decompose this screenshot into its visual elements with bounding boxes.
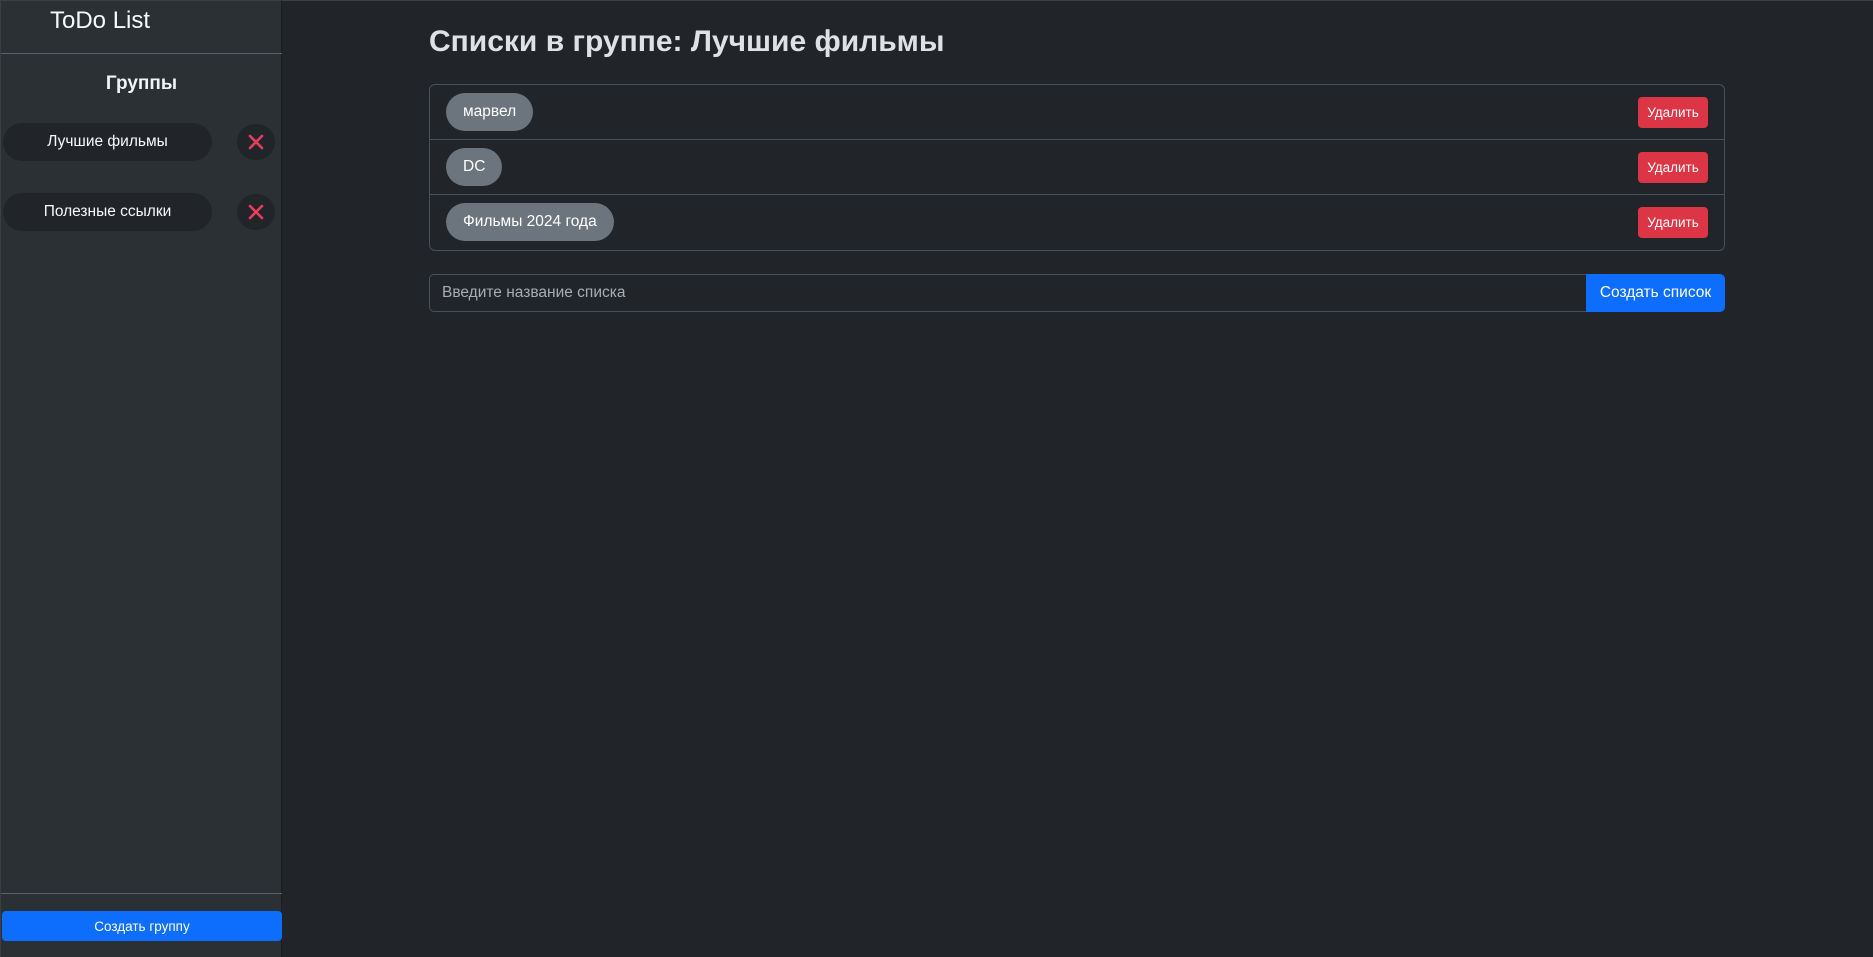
list-name-button[interactable]: Фильмы 2024 года: [446, 203, 614, 241]
close-icon: [248, 204, 264, 220]
group-item: Полезные ссылки: [3, 193, 279, 231]
sidebar-divider: [1, 53, 282, 54]
create-list-button[interactable]: Создать список: [1586, 274, 1725, 312]
page-title: Списки в группе: Лучшие фильмы: [429, 25, 945, 58]
delete-list-button[interactable]: Удалить: [1638, 152, 1708, 183]
sidebar: ToDo List Группы Лучшие фильмы Полезные …: [0, 0, 282, 957]
group-item: Лучшие фильмы: [3, 123, 279, 161]
delete-group-button[interactable]: [237, 194, 275, 230]
list-name-button[interactable]: DC: [446, 148, 503, 186]
lists-container: марвел Удалить DC Удалить Фильмы 2024 го…: [429, 84, 1725, 251]
delete-list-button[interactable]: Удалить: [1638, 207, 1708, 238]
delete-list-button[interactable]: Удалить: [1638, 97, 1708, 128]
delete-group-button[interactable]: [237, 124, 275, 160]
group-item-button[interactable]: Лучшие фильмы: [3, 123, 212, 161]
create-group-button[interactable]: Создать группу: [2, 911, 282, 941]
group-item-button[interactable]: Полезные ссылки: [3, 193, 212, 231]
list-item: Фильмы 2024 года Удалить: [430, 195, 1724, 250]
create-list-form: Создать список: [429, 274, 1725, 312]
list-item: DC Удалить: [430, 140, 1724, 195]
sidebar-bottom-divider: [1, 893, 282, 894]
close-icon: [248, 134, 264, 150]
app-title: ToDo List: [50, 7, 151, 34]
groups-heading: Группы: [105, 73, 178, 94]
list-name-button[interactable]: марвел: [446, 93, 534, 131]
app-root: ToDo List Группы Лучшие фильмы Полезные …: [0, 0, 1873, 957]
list-item: марвел Удалить: [430, 85, 1724, 140]
main-content: Списки в группе: Лучшие фильмы марвел Уд…: [282, 0, 1873, 957]
list-name-input[interactable]: [429, 274, 1586, 312]
